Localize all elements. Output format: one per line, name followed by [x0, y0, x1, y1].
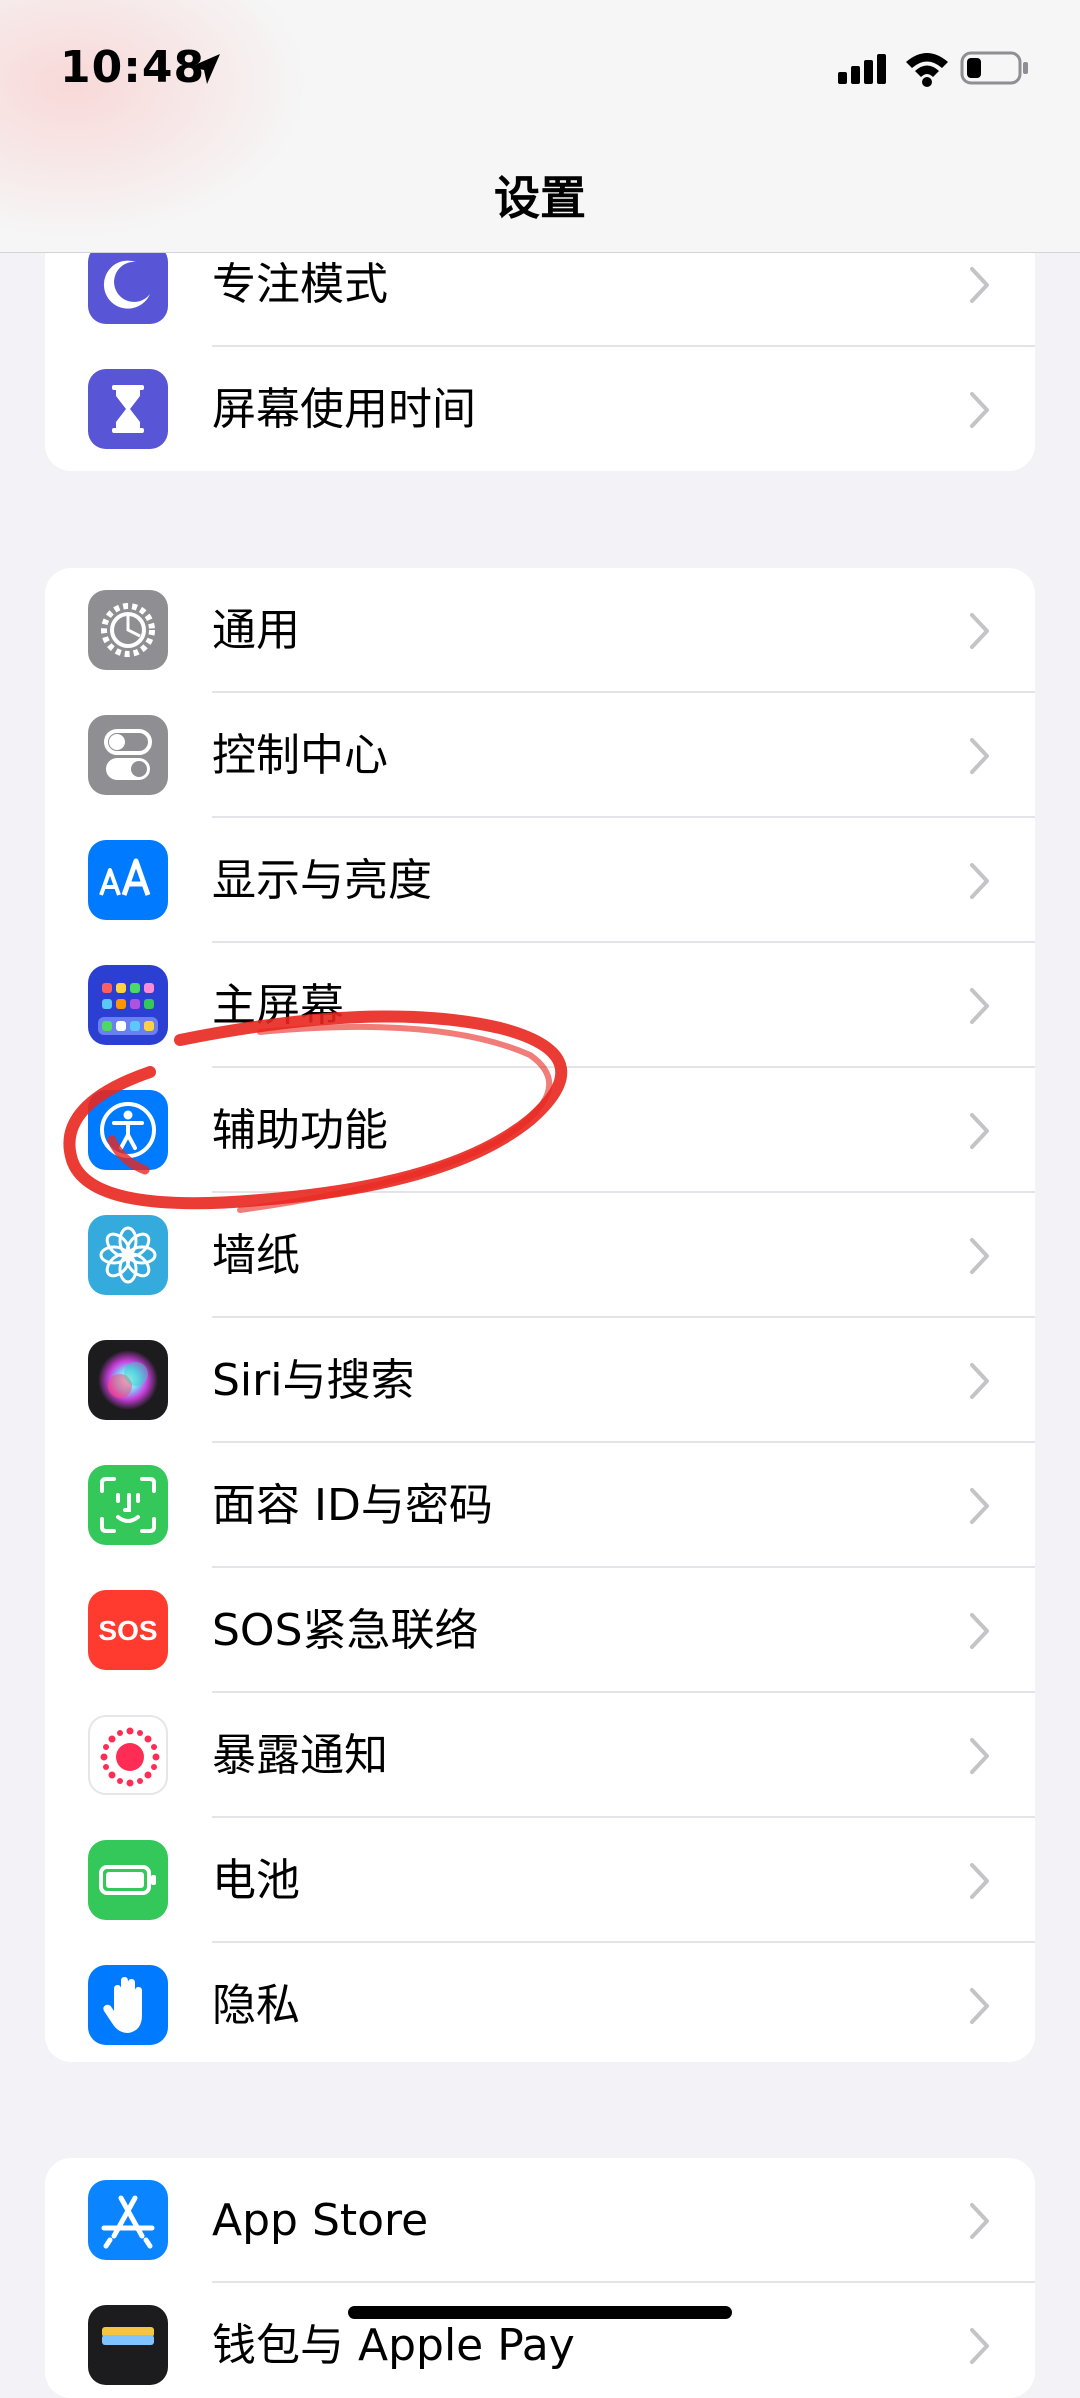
- flower-icon: [88, 1215, 168, 1295]
- settings-row-face-id[interactable]: 面容 ID与密码: [45, 1443, 1035, 1568]
- settings-row-battery[interactable]: 电池: [45, 1818, 1035, 1943]
- settings-row-label: 面容 ID与密码: [212, 1480, 493, 1531]
- settings-row-label: Siri与搜索: [212, 1355, 415, 1406]
- chevron-right-icon: [970, 613, 989, 649]
- chevron-right-icon: [970, 1238, 989, 1274]
- settings-row-exposure[interactable]: 暴露通知: [45, 1693, 1035, 1818]
- siri-icon: [88, 1340, 168, 1420]
- chevron-right-icon: [970, 1988, 989, 2024]
- settings-row-control-center[interactable]: 控制中心: [45, 693, 1035, 818]
- chevron-right-icon: [970, 2203, 989, 2239]
- chevron-right-icon: [970, 267, 989, 303]
- hourglass-icon: [88, 369, 168, 449]
- sos-icon: SOS: [88, 1590, 168, 1670]
- navigation-header: 10:48 设置: [0, 0, 1080, 253]
- settings-row-display[interactable]: 显示与亮度: [45, 818, 1035, 943]
- settings-row-label: 墙纸: [212, 1230, 300, 1281]
- gear-icon: [88, 590, 168, 670]
- settings-row-label: 主屏幕: [212, 980, 344, 1031]
- settings-row-label: 隐私: [212, 1980, 300, 2031]
- settings-row-label: 控制中心: [212, 730, 388, 781]
- settings-row-label: 钱包与 Apple Pay: [212, 2320, 575, 2371]
- wallet-icon: [88, 2305, 168, 2385]
- hand-icon: [88, 1965, 168, 2045]
- settings-row-label: 辅助功能: [212, 1105, 388, 1156]
- page-title: 设置: [494, 171, 586, 225]
- settings-row-privacy[interactable]: 隐私: [45, 1943, 1035, 2062]
- chevron-right-icon: [970, 1113, 989, 1149]
- battery-icon: [960, 51, 1028, 85]
- chevron-right-icon: [970, 1613, 989, 1649]
- home-indicator[interactable]: [348, 2306, 732, 2319]
- chevron-right-icon: [970, 738, 989, 774]
- settings-group-2: 通用 控制中心 显示与亮度 主屏幕 辅助功能 墙纸 Siri与搜索 面容 ID与…: [45, 568, 1035, 2062]
- text-size-icon: [88, 840, 168, 920]
- settings-group-1: 专注模式 屏幕使用时间: [45, 230, 1035, 471]
- chevron-right-icon: [970, 2328, 989, 2364]
- settings-row-screen-time[interactable]: 屏幕使用时间: [45, 347, 1035, 471]
- chevron-right-icon: [970, 1363, 989, 1399]
- app-grid-icon: [88, 965, 168, 1045]
- app-store-icon: [88, 2180, 168, 2260]
- settings-group-3: App Store 钱包与 Apple Pay: [45, 2158, 1035, 2398]
- exposure-icon: [88, 1715, 168, 1795]
- settings-row-wallet[interactable]: 钱包与 Apple Pay: [45, 2283, 1035, 2398]
- settings-row-label: SOS紧急联络: [212, 1605, 479, 1656]
- settings-row-general[interactable]: 通用: [45, 568, 1035, 693]
- settings-row-emergency-sos[interactable]: SOS SOS紧急联络: [45, 1568, 1035, 1693]
- chevron-right-icon: [970, 1863, 989, 1899]
- sos-badge-text: SOS: [98, 1615, 157, 1646]
- cellular-signal-icon: [838, 54, 886, 84]
- settings-row-accessibility[interactable]: 辅助功能: [45, 1068, 1035, 1193]
- toggles-icon: [88, 715, 168, 795]
- face-id-icon: [88, 1465, 168, 1545]
- settings-row-siri[interactable]: Siri与搜索: [45, 1318, 1035, 1443]
- settings-row-label: 屏幕使用时间: [212, 384, 476, 435]
- accessibility-icon: [88, 1090, 168, 1170]
- chevron-right-icon: [970, 1488, 989, 1524]
- chevron-right-icon: [970, 392, 989, 428]
- chevron-right-icon: [970, 863, 989, 899]
- moon-icon: [88, 244, 168, 324]
- settings-row-label: 显示与亮度: [212, 855, 432, 906]
- settings-row-label: 暴露通知: [212, 1730, 388, 1781]
- battery-app-icon: [88, 1840, 168, 1920]
- settings-row-label: 电池: [212, 1855, 300, 1906]
- wifi-icon: [906, 53, 948, 87]
- status-time: 10:48: [60, 42, 206, 93]
- settings-row-app-store[interactable]: App Store: [45, 2158, 1035, 2283]
- location-arrow-icon: [190, 54, 220, 84]
- chevron-right-icon: [970, 988, 989, 1024]
- settings-row-wallpaper[interactable]: 墙纸: [45, 1193, 1035, 1318]
- chevron-right-icon: [970, 1738, 989, 1774]
- settings-row-label: App Store: [212, 2195, 429, 2246]
- settings-row-label: 通用: [212, 605, 300, 656]
- settings-row-home-screen[interactable]: 主屏幕: [45, 943, 1035, 1068]
